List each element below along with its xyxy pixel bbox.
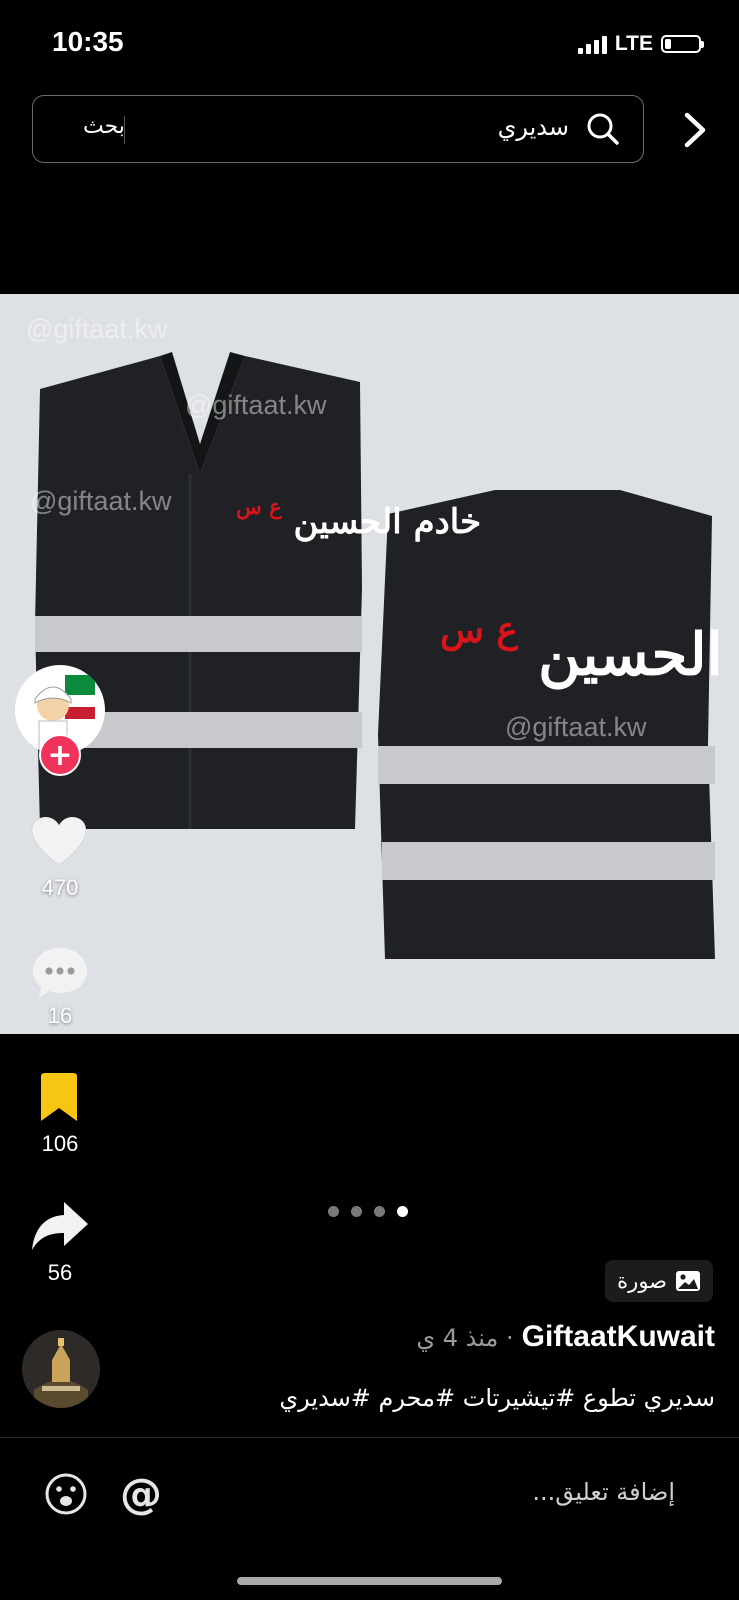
carousel-dot: [351, 1206, 362, 1217]
watermark: @giftaat.kw: [26, 314, 168, 344]
status-time: 10:35: [52, 26, 124, 57]
carousel-indicator: [328, 1206, 408, 1217]
battery-icon: [661, 35, 704, 53]
carousel-dot: [328, 1206, 339, 1217]
image-icon: [676, 1271, 700, 1291]
comment-icon[interactable]: [31, 945, 89, 1001]
shares-count: 56: [47, 1260, 73, 1285]
author-row: · منذ 4 ي GiftaatKuwait: [416, 1320, 715, 1354]
heart-icon[interactable]: [30, 815, 88, 867]
comment-input[interactable]: إضافة تعليق...: [532, 1478, 675, 1506]
comments-count: 16: [47, 1003, 73, 1028]
carousel-dot: [397, 1206, 408, 1217]
network-label: LTE: [614, 32, 653, 55]
signal-icon: [577, 34, 607, 54]
svg-text:@: @: [120, 1472, 162, 1518]
home-indicator: [237, 1577, 502, 1585]
post-time: · منذ 4 ي: [416, 1324, 514, 1352]
watermark: @giftaat.kw: [505, 712, 647, 742]
divider: [0, 1437, 739, 1438]
chevron-right-icon[interactable]: [678, 110, 712, 150]
status-indicators: LTE: [577, 32, 704, 56]
bookmark-icon[interactable]: [37, 1072, 81, 1124]
author-avatar[interactable]: [22, 1330, 100, 1408]
watermark: @giftaat.kw: [185, 390, 327, 420]
follow-button[interactable]: +: [39, 734, 81, 776]
post-caption[interactable]: سديري تطوع #تيشيرتات #محرم #سديري: [279, 1384, 715, 1412]
likes-count: 470: [41, 875, 79, 900]
search-bar[interactable]: بحث سديري: [32, 95, 644, 163]
mention-icon[interactable]: @: [118, 1472, 164, 1518]
search-divider: [124, 116, 125, 144]
search-icon: [587, 113, 619, 145]
author-name[interactable]: GiftaatKuwait: [522, 1320, 715, 1354]
back-vest-text: خادم الحسين ع س: [440, 609, 739, 689]
front-vest-text: خادم الحسين ع س: [236, 494, 482, 542]
photo-badge-label: صورة: [617, 1269, 667, 1293]
photo-badge: صورة: [605, 1260, 713, 1302]
emoji-icon[interactable]: [44, 1472, 88, 1516]
search-input[interactable]: سديري: [498, 113, 569, 141]
post-image[interactable]: @giftaat.kw @giftaat.kw @giftaat.kw @gif…: [0, 294, 739, 1034]
watermark: @giftaat.kw: [30, 486, 172, 516]
search-button[interactable]: بحث: [83, 114, 125, 139]
carousel-dot: [374, 1206, 385, 1217]
share-icon[interactable]: [30, 1198, 90, 1254]
saves-count: 106: [41, 1131, 79, 1156]
